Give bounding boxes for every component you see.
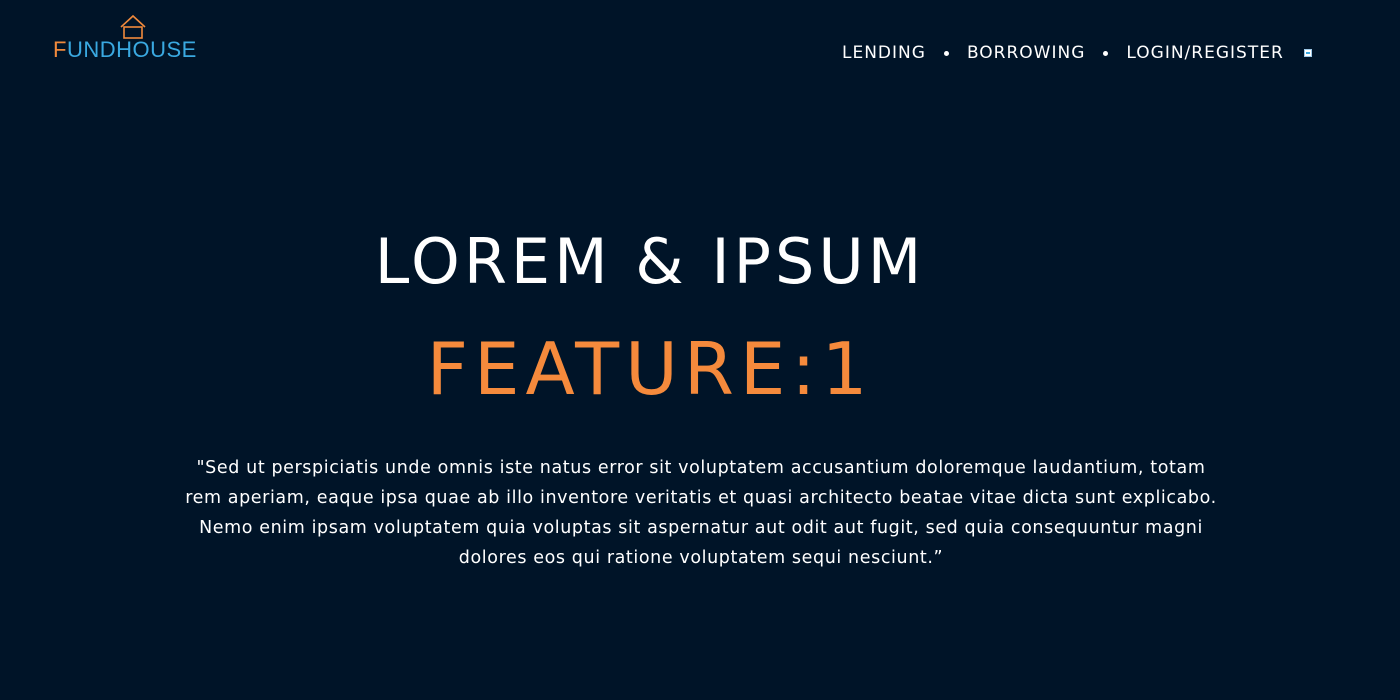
nav-separator-dot: [1103, 50, 1109, 56]
logo-first-letter: F: [53, 37, 67, 62]
hero-feature-heading: FEATURE:1: [426, 327, 874, 411]
hero-title: LOREM & IPSUM: [374, 225, 926, 298]
fundhouse-logo[interactable]: FUNDHOUSE: [53, 14, 223, 64]
main-nav: LENDING BORROWING LOGIN/REGISTER: [842, 40, 1312, 66]
nav-link-login-register[interactable]: LOGIN/REGISTER: [1126, 40, 1283, 66]
nav-separator-dot: [943, 50, 949, 56]
logo-wordmark: FUNDHOUSE: [53, 37, 197, 63]
menu-toggle-icon[interactable]: [1303, 49, 1312, 57]
logo-rest-text: UNDHOUSE: [66, 37, 197, 62]
nav-link-borrowing[interactable]: BORROWING: [967, 40, 1085, 66]
hero-quote: "Sed ut perspiciatis unde omnis iste nat…: [185, 458, 1217, 568]
nav-link-lending[interactable]: LENDING: [842, 40, 926, 66]
